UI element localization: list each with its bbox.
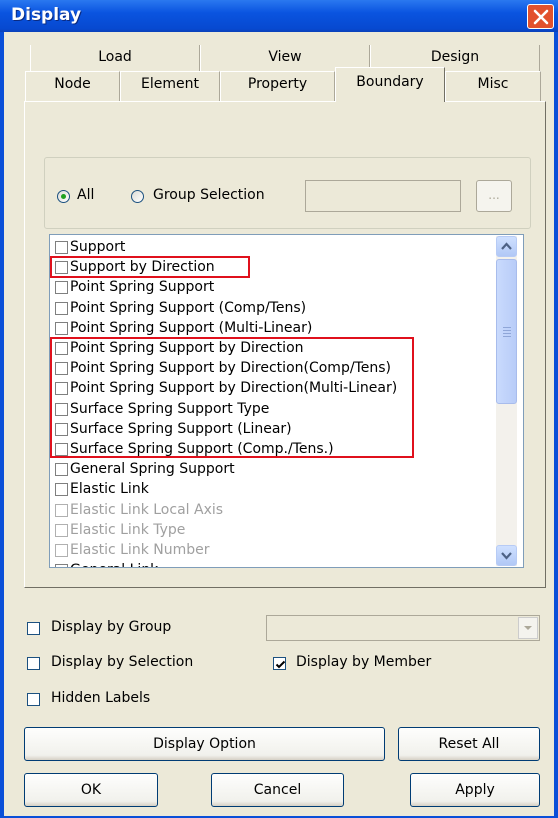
list-item-label: Point Spring Support — [70, 279, 215, 296]
button-label: Reset All — [438, 736, 500, 752]
list-scrollbar[interactable] — [496, 236, 517, 566]
scroll-down-button[interactable] — [496, 545, 517, 566]
tab-misc[interactable]: Misc — [445, 71, 541, 101]
tab-label: Design — [430, 49, 480, 65]
scroll-thumb[interactable] — [496, 259, 517, 404]
tab-label: Load — [98, 49, 132, 65]
list-item-checkbox[interactable] — [55, 301, 68, 315]
tab-node[interactable]: Node — [25, 71, 120, 101]
combo-arrow-button[interactable] — [518, 617, 538, 639]
cancel-button[interactable]: Cancel — [211, 773, 344, 807]
radio-all-label: All — [77, 187, 95, 203]
list-item-checkbox[interactable] — [55, 321, 68, 335]
tab-element[interactable]: Element — [120, 71, 220, 101]
browse-button[interactable]: ... — [476, 180, 512, 212]
chevron-up-icon — [501, 242, 512, 250]
list-item-checkbox[interactable] — [55, 564, 68, 567]
list-item-checkbox[interactable] — [55, 382, 68, 396]
list-item-checkbox[interactable] — [55, 281, 68, 295]
display-by-selection-label: Display by Selection — [51, 654, 194, 670]
close-button[interactable] — [527, 4, 554, 29]
tab-label: Boundary — [356, 74, 424, 90]
hidden-labels-label: Hidden Labels — [51, 690, 151, 706]
check-icon — [275, 660, 286, 669]
list-item-label: Elastic Link Number — [70, 542, 210, 558]
tab-property[interactable]: Property — [220, 71, 335, 101]
grip-line — [503, 327, 511, 328]
list-item-checkbox[interactable] — [55, 443, 68, 456]
radio-selected-dot — [61, 194, 66, 199]
list-item-label: Surface Spring Support Type — [70, 400, 270, 417]
list-item-label: General Link — [70, 560, 158, 567]
grip-line — [503, 336, 511, 337]
list-item-checkbox[interactable] — [55, 362, 68, 376]
list-item-checkbox[interactable] — [55, 402, 68, 416]
button-label: OK — [80, 782, 102, 798]
list-item-label: General Spring Support — [70, 461, 235, 478]
list-item-checkbox[interactable] — [55, 544, 68, 557]
group-combo[interactable] — [266, 615, 540, 641]
list-item-checkbox[interactable] — [55, 503, 68, 517]
tab-label: Misc — [477, 76, 509, 92]
close-icon — [533, 9, 549, 25]
boundary-item-list[interactable]: Support Support by Direction Point Spring … — [49, 234, 524, 568]
list-item-label: Point Spring Support by Direction — [70, 340, 304, 356]
list-item-label: Surface Spring Support (Comp./Tens.) — [70, 441, 334, 457]
chevron-down-icon — [524, 626, 532, 630]
radio-group-selection-label: Group Selection — [153, 187, 265, 203]
list-item-checkbox[interactable] — [55, 483, 68, 497]
list-item-checkbox[interactable] — [55, 241, 68, 254]
list-item-label: Elastic Link Local Axis — [70, 501, 224, 518]
display-by-group-checkbox[interactable] — [27, 622, 40, 635]
button-label: Display Option — [153, 736, 256, 752]
display-by-selection-checkbox[interactable] — [27, 657, 40, 670]
tab-load[interactable]: Load — [30, 45, 200, 71]
list-item-label: Point Spring Support by Direction(Comp/T… — [70, 360, 391, 377]
scroll-up-button[interactable] — [496, 236, 517, 257]
list-item-label: Point Spring Support by Direction(Multi-… — [70, 380, 398, 397]
chevron-down-icon — [501, 552, 512, 560]
radio-all[interactable] — [57, 190, 70, 203]
list-item-label: Support — [70, 239, 126, 255]
tab-label: Element — [141, 76, 199, 92]
list-item-checkbox[interactable] — [55, 261, 68, 275]
browse-button-label: ... — [488, 188, 500, 202]
list-item-checkbox[interactable] — [55, 422, 68, 436]
list-item-label: Support by Direction — [70, 259, 215, 276]
list-item-checkbox[interactable] — [55, 342, 68, 355]
ok-button[interactable]: OK — [24, 773, 158, 807]
radio-group-selection[interactable] — [131, 190, 144, 203]
list-item-label: Elastic Link Type — [70, 521, 186, 538]
hidden-labels-checkbox[interactable] — [27, 693, 40, 706]
list-item-checkbox[interactable] — [55, 523, 68, 537]
list-item-label: Elastic Link — [70, 481, 149, 498]
button-label: Cancel — [253, 782, 302, 798]
display-by-member-label: Display by Member — [296, 654, 432, 670]
display-by-group-label: Display by Group — [51, 619, 172, 635]
display-option-button[interactable]: Display Option — [24, 727, 385, 761]
list-item-label: Point Spring Support (Comp/Tens) — [70, 299, 307, 316]
tab-label: View — [268, 49, 302, 65]
list-item-label: Surface Spring Support (Linear) — [70, 420, 292, 437]
reset-all-button[interactable]: Reset All — [398, 727, 540, 761]
tab-label: Property — [247, 76, 308, 92]
list-item-checkbox[interactable] — [55, 463, 68, 477]
tab-boundary[interactable]: Boundary — [335, 67, 445, 102]
tab-label: Node — [54, 76, 91, 92]
title-bar[interactable]: Display — [0, 0, 558, 32]
group-selection-input[interactable] — [305, 180, 461, 212]
grip-line — [503, 330, 511, 331]
list-item-label: Point Spring Support (Multi-Linear) — [70, 319, 313, 336]
button-label: Apply — [455, 782, 495, 798]
dialog-title: Display — [11, 5, 82, 25]
display-dialog: Display Load View Design Node Element Pr… — [0, 0, 558, 818]
apply-button[interactable]: Apply — [410, 773, 540, 807]
grip-line — [503, 333, 511, 334]
display-by-member-checkbox[interactable] — [273, 657, 286, 670]
